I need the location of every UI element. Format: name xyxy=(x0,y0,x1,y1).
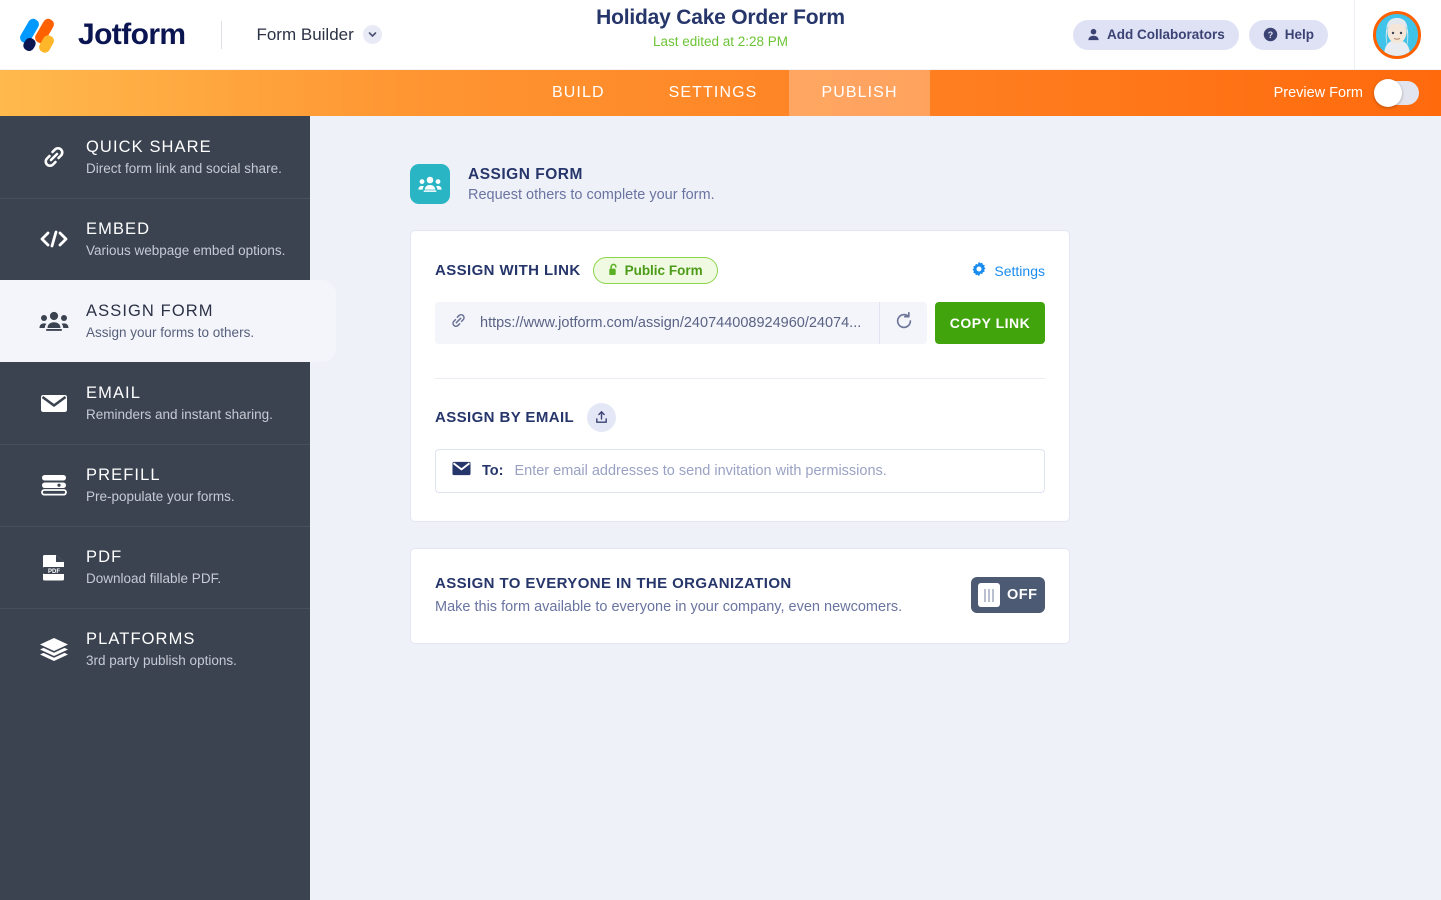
assign-with-link-title: ASSIGN WITH LINK xyxy=(435,262,581,279)
preview-form-toggle[interactable] xyxy=(1374,79,1419,107)
refresh-icon xyxy=(894,311,914,336)
assign-link-url: https://www.jotform.com/assign/240744008… xyxy=(480,315,862,331)
svg-text:PDF: PDF xyxy=(48,569,60,575)
link-chain-icon xyxy=(30,143,78,171)
card-divider xyxy=(435,378,1045,379)
sidebar-title: PLATFORMS xyxy=(86,630,196,648)
people-group-icon xyxy=(30,310,78,332)
envelope-icon xyxy=(30,392,78,414)
unlock-icon xyxy=(608,263,619,279)
tab-build[interactable]: BUILD xyxy=(520,70,637,116)
assign-organization-toggle[interactable]: OFF xyxy=(971,577,1045,613)
main-content: ASSIGN FORM Request others to complete y… xyxy=(310,116,1441,900)
link-chain-icon xyxy=(449,311,468,335)
help-button[interactable]: ? Help xyxy=(1248,19,1328,50)
avatar-area xyxy=(1354,0,1441,70)
assign-organization-title: ASSIGN TO EVERYONE IN THE ORGANIZATION xyxy=(435,575,792,592)
assign-link-card: ASSIGN WITH LINK Public Form Settings ht… xyxy=(410,230,1070,522)
preview-form-control: Preview Form xyxy=(1274,70,1441,116)
sidebar-title: ASSIGN FORM xyxy=(86,302,214,320)
user-avatar-icon xyxy=(1376,13,1418,56)
code-brackets-icon xyxy=(30,229,78,249)
help-label: Help xyxy=(1284,27,1314,42)
sidebar-title: EMAIL xyxy=(86,384,142,402)
copy-link-button[interactable]: COPY LINK xyxy=(935,302,1045,344)
section-subtitle: Request others to complete your form. xyxy=(468,186,715,203)
form-lines-icon xyxy=(30,473,78,497)
regenerate-link-button[interactable] xyxy=(879,302,927,344)
people-group-icon xyxy=(410,164,450,204)
publish-nav-bar: BUILD SETTINGS PUBLISH Preview Form xyxy=(0,70,1441,116)
sidebar-title: PREFILL xyxy=(86,466,161,484)
sidebar-title: EMBED xyxy=(86,220,151,238)
assign-email-input[interactable]: To: Enter email addresses to send invita… xyxy=(435,449,1045,493)
assign-by-email-header: ASSIGN BY EMAIL xyxy=(435,403,1045,432)
add-collaborators-button[interactable]: Add Collaborators xyxy=(1072,19,1239,50)
gear-icon xyxy=(971,261,987,280)
upload-icon[interactable] xyxy=(587,403,617,432)
tab-publish[interactable]: PUBLISH xyxy=(789,70,930,116)
top-bar: Jotform Form Builder Holiday Cake Order … xyxy=(0,0,1441,70)
person-icon xyxy=(1087,28,1100,41)
public-form-badge[interactable]: Public Form xyxy=(592,257,718,284)
brand-name[interactable]: Jotform xyxy=(78,18,186,52)
sidebar-desc: Reminders and instant sharing. xyxy=(86,407,273,422)
avatar[interactable] xyxy=(1373,10,1421,59)
publish-sidebar: QUICK SHARE Direct form link and social … xyxy=(0,116,336,900)
brand-area: Jotform Form Builder xyxy=(0,16,382,55)
sidebar-desc: 3rd party publish options. xyxy=(86,653,237,668)
assign-link-row: https://www.jotform.com/assign/240744008… xyxy=(435,302,1045,344)
email-to-label: To: xyxy=(482,463,504,479)
jotform-logo-icon[interactable] xyxy=(18,16,64,55)
question-mark-icon: ? xyxy=(1263,27,1278,42)
sidebar-item-platforms[interactable]: PLATFORMS 3rd party publish options. xyxy=(0,608,310,690)
sidebar-item-email[interactable]: EMAIL Reminders and instant sharing. xyxy=(0,362,310,444)
tab-settings[interactable]: SETTINGS xyxy=(637,70,790,116)
preview-form-label: Preview Form xyxy=(1273,85,1363,101)
page-body: QUICK SHARE Direct form link and social … xyxy=(0,116,1441,900)
assign-organization-subtitle: Make this form available to everyone in … xyxy=(435,599,903,615)
toggle-state-label: OFF xyxy=(1007,587,1038,603)
nav-tabs: BUILD SETTINGS PUBLISH xyxy=(520,70,930,116)
email-placeholder: Enter email addresses to send invitation… xyxy=(514,463,887,479)
assign-with-link-header: ASSIGN WITH LINK Public Form Settings xyxy=(435,257,1045,284)
sidebar-item-pdf[interactable]: PDF PDF Download fillable PDF. xyxy=(0,526,310,608)
sidebar-desc: Direct form link and social share. xyxy=(86,161,282,176)
layers-stack-icon xyxy=(30,636,78,662)
brand-divider xyxy=(221,20,223,49)
chevron-down-icon[interactable] xyxy=(362,25,382,44)
sidebar-item-assign-form[interactable]: ASSIGN FORM Assign your forms to others. xyxy=(0,280,336,362)
envelope-icon xyxy=(452,461,471,481)
link-settings-label: Settings xyxy=(994,262,1045,279)
sidebar-title: QUICK SHARE xyxy=(86,138,212,156)
assign-link-field[interactable]: https://www.jotform.com/assign/240744008… xyxy=(435,302,879,344)
pdf-document-icon: PDF xyxy=(30,553,78,581)
form-builder-label: Form Builder xyxy=(256,24,354,44)
sidebar-item-quick-share[interactable]: QUICK SHARE Direct form link and social … xyxy=(0,116,310,198)
section-header: ASSIGN FORM Request others to complete y… xyxy=(410,164,1441,204)
form-builder-menu[interactable]: Form Builder xyxy=(256,24,382,45)
sidebar-desc: Various webpage embed options. xyxy=(86,243,286,258)
assign-organization-text: ASSIGN TO EVERYONE IN THE ORGANIZATION M… xyxy=(435,575,971,615)
section-title: ASSIGN FORM xyxy=(468,165,583,183)
toggle-knob xyxy=(1374,79,1402,107)
sidebar-desc: Download fillable PDF. xyxy=(86,571,222,586)
public-form-badge-label: Public Form xyxy=(624,263,703,278)
link-settings-button[interactable]: Settings xyxy=(971,261,1045,280)
add-collaborators-label: Add Collaborators xyxy=(1106,27,1225,42)
svg-text:?: ? xyxy=(1268,30,1273,40)
toggle-handle xyxy=(978,583,1000,607)
top-bar-actions: Add Collaborators ? Help xyxy=(1072,0,1441,70)
sidebar-title: PDF xyxy=(86,548,123,566)
assign-organization-card: ASSIGN TO EVERYONE IN THE ORGANIZATION M… xyxy=(410,548,1070,644)
sidebar-item-embed[interactable]: EMBED Various webpage embed options. xyxy=(0,198,310,280)
sidebar-desc: Pre-populate your forms. xyxy=(86,489,235,504)
sidebar-desc: Assign your forms to others. xyxy=(86,325,255,340)
assign-by-email-title: ASSIGN BY EMAIL xyxy=(435,409,575,426)
sidebar-item-prefill[interactable]: PREFILL Pre-populate your forms. xyxy=(0,444,310,526)
